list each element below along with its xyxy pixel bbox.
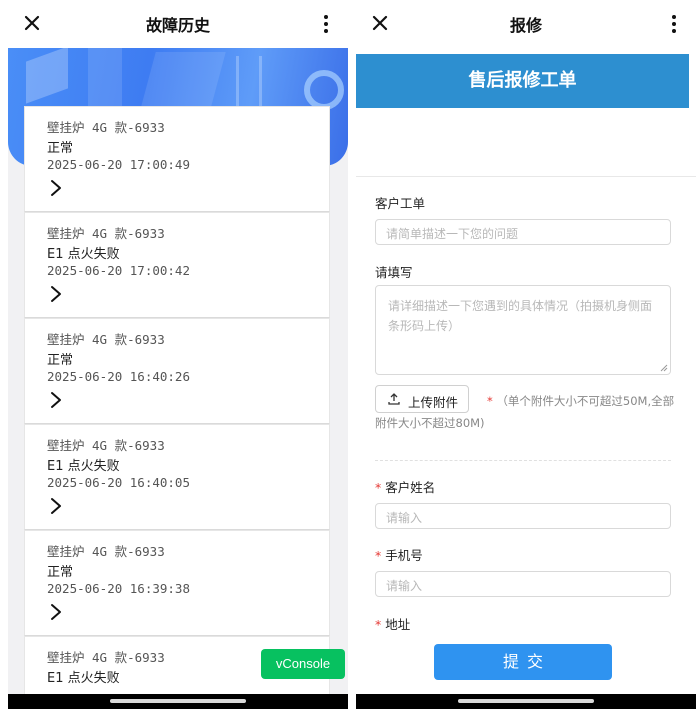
device-name: 壁挂炉 4G 款-6933 xyxy=(47,438,165,453)
device-name: 壁挂炉 4G 款-6933 xyxy=(47,332,165,347)
vconsole-button[interactable]: vConsole xyxy=(261,649,345,679)
more-vertical-icon[interactable] xyxy=(316,14,336,34)
fault-record-card[interactable]: 壁挂炉 4G 款-6933 正常 2025-06-20 17:00:49 xyxy=(24,106,330,212)
fault-status: E1 点火失败 xyxy=(47,459,120,474)
fault-record-list: 壁挂炉 4G 款-6933 正常 2025-06-20 17:00:49 壁挂炉 4G… xyxy=(24,106,330,709)
fault-history-screen: 故障历史 壁挂炉 4G 款-6933 正常 2025-06-20 17:00:49 壁… xyxy=(8,0,348,709)
upload-label: 上传附件 xyxy=(408,395,459,410)
submit-button[interactable]: 提交 xyxy=(434,644,612,680)
detail-placeholder: 请详细描述一下您遇到的具体情况（拍摄机身侧面条形码上传） xyxy=(388,299,653,333)
name-label: * 客户姓名 xyxy=(375,480,436,495)
address-label: * 地址 xyxy=(375,617,411,632)
repair-form-screen: 报修 售后报修工单 客户工单 请简单描述一下您的问题 请填写 请详细描述一下您遇… xyxy=(356,0,696,709)
detail-textarea[interactable]: 请详细描述一下您遇到的具体情况（拍摄机身侧面条形码上传） xyxy=(375,285,671,375)
chevron-right-icon[interactable] xyxy=(49,391,63,409)
device-name: 壁挂炉 4G 款-6933 xyxy=(47,650,165,665)
home-indicator[interactable] xyxy=(458,699,594,703)
fault-time: 2025-06-20 16:40:26 xyxy=(47,369,190,384)
resize-handle-icon[interactable] xyxy=(660,364,668,372)
device-name: 壁挂炉 4G 款-6933 xyxy=(47,226,165,241)
page-title: 故障历史 xyxy=(145,16,210,35)
fault-time: 2025-06-20 17:00:42 xyxy=(47,263,190,278)
fault-record-card[interactable]: 壁挂炉 4G 款-6933 正常 2025-06-20 16:40:26 xyxy=(24,318,330,424)
close-icon[interactable] xyxy=(370,13,390,33)
fault-status: 正常 xyxy=(47,353,74,368)
fault-status: 正常 xyxy=(47,565,74,580)
device-name: 壁挂炉 4G 款-6933 xyxy=(47,120,165,135)
fault-time: 2025-06-20 16:39:38 xyxy=(47,581,190,596)
fault-record-card[interactable]: 壁挂炉 4G 款-6933 E1 点火失败 2025-06-20 17:00:42 xyxy=(24,212,330,318)
more-vertical-icon[interactable] xyxy=(664,14,684,34)
ticket-input[interactable]: 请简单描述一下您的问题 xyxy=(375,219,671,245)
fault-status: E1 点火失败 xyxy=(47,671,120,686)
fault-record-card[interactable]: 壁挂炉 4G 款-6933 E1 点火失败 2025-06-20 16:40:05 xyxy=(24,424,330,530)
chevron-right-icon[interactable] xyxy=(49,497,63,515)
form-title: 售后报修工单 xyxy=(356,54,689,108)
fault-status: 正常 xyxy=(47,141,74,156)
fault-time: 2025-06-20 16:40:05 xyxy=(47,475,190,490)
page-title: 报修 xyxy=(509,16,542,35)
chevron-right-icon[interactable] xyxy=(49,179,63,197)
system-nav-bar xyxy=(356,694,696,709)
fault-time: 2025-06-20 17:00:49 xyxy=(47,157,190,172)
ticket-label: 客户工单 xyxy=(375,196,426,211)
fault-record-card[interactable]: 壁挂炉 4G 款-6933 正常 2025-06-20 16:39:38 xyxy=(24,530,330,636)
detail-label: 请填写 xyxy=(375,265,413,280)
top-bar: 故障历史 xyxy=(8,0,348,48)
section-divider xyxy=(375,460,671,461)
chevron-right-icon[interactable] xyxy=(49,603,63,621)
device-name: 壁挂炉 4G 款-6933 xyxy=(47,544,165,559)
fault-status: E1 点火失败 xyxy=(47,247,120,262)
name-input[interactable]: 请输入 xyxy=(375,503,671,529)
system-nav-bar xyxy=(8,694,348,709)
close-icon[interactable] xyxy=(22,13,42,33)
upload-attachment-button[interactable]: 上传附件 xyxy=(375,385,469,413)
chevron-right-icon[interactable] xyxy=(49,285,63,303)
upload-icon xyxy=(388,393,400,405)
top-bar: 报修 xyxy=(356,0,696,48)
section-divider xyxy=(356,176,696,177)
home-indicator[interactable] xyxy=(110,699,246,703)
phone-label: * 手机号 xyxy=(375,548,423,563)
phone-input[interactable]: 请输入 xyxy=(375,571,671,597)
